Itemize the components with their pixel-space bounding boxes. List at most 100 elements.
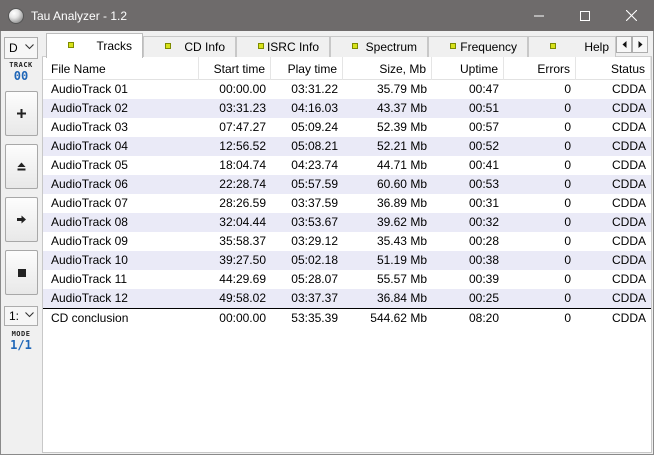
cell-errors: 0 [564, 291, 571, 305]
tab-tracks[interactable]: Tracks [46, 33, 143, 58]
tab-strip: Tracks CD Info ISRC Info Spectrum Freque… [42, 33, 652, 58]
cell-errors: 0 [564, 82, 571, 96]
cell-uptime: 00:51 [468, 101, 499, 115]
cell-status: CDDA [611, 139, 646, 153]
table-row[interactable]: AudioTrack 05 18:04.74 04:23.74 44.71 Mb 00:… [43, 156, 651, 175]
app-disc-icon[interactable] [8, 7, 24, 24]
cell-start-time: 49:58.02 [219, 291, 266, 305]
cell-size: 544.62 Mb [370, 311, 427, 325]
drive-select[interactable]: D [4, 37, 38, 59]
cell-file-name: AudioTrack 07 [51, 196, 128, 210]
cell-start-time: 18:04.74 [219, 158, 266, 172]
cell-play-time: 05:09.24 [291, 120, 338, 134]
close-button[interactable] [608, 0, 654, 31]
maximize-icon [580, 10, 590, 21]
tab-label: ISRC Info [266, 40, 319, 54]
cell-start-time: 28:26.59 [219, 196, 266, 210]
tab-label: Tracks [96, 39, 132, 53]
add-button[interactable] [5, 91, 38, 136]
tab-spectrum[interactable]: Spectrum [330, 36, 428, 57]
minimize-button[interactable] [516, 0, 562, 31]
next-button[interactable] [5, 197, 38, 242]
cell-uptime: 00:53 [468, 177, 499, 191]
stop-button[interactable] [5, 250, 38, 295]
cell-status: CDDA [611, 253, 646, 267]
table-row[interactable]: AudioTrack 02 03:31.23 04:16.03 43.37 Mb 00:… [43, 99, 651, 118]
table-row[interactable]: AudioTrack 06 22:28.74 05:57.59 60.60 Mb 00:… [43, 175, 651, 194]
maximize-button[interactable] [562, 0, 608, 31]
status-led-icon [258, 43, 264, 49]
cell-size: 36.84 Mb [376, 291, 427, 305]
minimize-icon [534, 15, 544, 16]
cell-play-time: 03:53.67 [291, 215, 338, 229]
cell-play-time: 03:37.37 [291, 291, 338, 305]
table-row[interactable]: AudioTrack 08 32:04.44 03:53.67 39.62 Mb 00:… [43, 213, 651, 232]
cell-uptime: 00:41 [468, 158, 499, 172]
cell-status: CDDA [611, 215, 646, 229]
cell-status: CDDA [611, 272, 646, 286]
table-row-conclusion[interactable]: CD conclusion 00:00.00 53:35.39 544.62 Mb 08… [43, 308, 651, 327]
mode-select[interactable]: 1: [4, 306, 38, 326]
cell-status: CDDA [611, 82, 646, 96]
column-header-uptime[interactable]: Uptime [432, 57, 504, 80]
cell-status: CDDA [611, 291, 646, 305]
cell-errors: 0 [564, 139, 571, 153]
tab-cd-info[interactable]: CD Info [143, 36, 236, 57]
cell-errors: 0 [564, 158, 571, 172]
tab-label: Help [584, 40, 609, 54]
column-header-file-name[interactable]: File Name [43, 57, 199, 80]
cell-file-name: AudioTrack 06 [51, 177, 128, 191]
cell-errors: 0 [564, 120, 571, 134]
plus-icon [17, 109, 26, 118]
table-row[interactable]: AudioTrack 03 07:47.27 05:09.24 52.39 Mb 00:… [43, 118, 651, 137]
cell-errors: 0 [564, 272, 571, 286]
cell-file-name: AudioTrack 08 [51, 215, 128, 229]
table-row[interactable]: AudioTrack 04 12:56.52 05:08.21 52.21 Mb 00:… [43, 137, 651, 156]
table-row[interactable]: AudioTrack 11 44:29.69 05:28.07 55.57 Mb 00:… [43, 270, 651, 289]
cell-file-name: AudioTrack 05 [51, 158, 128, 172]
cell-uptime: 00:52 [468, 139, 499, 153]
cell-errors: 0 [564, 253, 571, 267]
table-row[interactable]: AudioTrack 09 35:58.37 03:29.12 35.43 Mb 00:… [43, 232, 651, 251]
left-toolbar: D TRACK 00 1: MODE 1/1 [2, 33, 40, 453]
cell-start-time: 00:00.00 [219, 311, 266, 325]
cell-uptime: 00:28 [468, 234, 499, 248]
cell-size: 35.43 Mb [376, 234, 427, 248]
cell-play-time: 03:29.12 [291, 234, 338, 248]
column-header-start-time[interactable]: Start time [199, 57, 271, 80]
tab-help[interactable]: Help [528, 36, 616, 57]
mode-label: MODE [11, 330, 31, 338]
chevron-down-icon [25, 44, 34, 50]
eject-button[interactable] [5, 144, 38, 189]
tab-scroll-right-button[interactable] [632, 36, 648, 53]
tab-scroll-left-button[interactable] [616, 36, 632, 53]
track-label: TRACK [9, 61, 33, 69]
column-header-size[interactable]: Size, Mb [343, 57, 432, 80]
cell-uptime: 08:20 [468, 311, 499, 325]
cell-uptime: 00:57 [468, 120, 499, 134]
cell-file-name: AudioTrack 04 [51, 139, 128, 153]
cell-size: 52.39 Mb [376, 120, 427, 134]
chevron-right-icon [638, 41, 642, 48]
cell-file-name: AudioTrack 03 [51, 120, 128, 134]
tab-isrc-info[interactable]: ISRC Info [236, 36, 330, 57]
cell-start-time: 39:27.50 [219, 253, 266, 267]
status-led-icon [165, 43, 171, 49]
table-row[interactable]: AudioTrack 07 28:26.59 03:37.59 36.89 Mb 00:… [43, 194, 651, 213]
stop-icon [17, 268, 26, 277]
table-row[interactable]: AudioTrack 10 39:27.50 05:02.18 51.19 Mb 00:… [43, 251, 651, 270]
cell-file-name: AudioTrack 02 [51, 101, 128, 115]
tracks-table[interactable]: File Name Start time Play time Size, Mb … [42, 57, 652, 453]
cell-status: CDDA [611, 311, 646, 325]
cell-play-time: 04:16.03 [291, 101, 338, 115]
column-header-status[interactable]: Status [576, 57, 651, 80]
table-row[interactable]: AudioTrack 12 49:58.02 03:37.37 36.84 Mb 00:… [43, 289, 651, 308]
cell-uptime: 00:38 [468, 253, 499, 267]
column-header-play-time[interactable]: Play time [271, 57, 343, 80]
cell-errors: 0 [564, 215, 571, 229]
cell-play-time: 04:23.74 [291, 158, 338, 172]
column-header-errors[interactable]: Errors [504, 57, 576, 80]
cell-uptime: 00:25 [468, 291, 499, 305]
table-row[interactable]: AudioTrack 01 00:00.00 03:31.22 35.79 Mb 00:… [43, 80, 651, 99]
tab-frequency[interactable]: Frequency [428, 36, 528, 57]
